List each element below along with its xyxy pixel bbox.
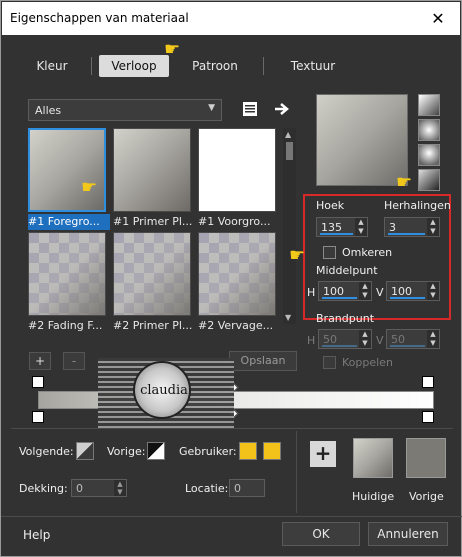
middelpunt-h-spinner[interactable]: 100 ▲ ▼ — [318, 281, 372, 301]
locatie-value: 0 — [234, 482, 241, 495]
previous-swatch-label: Vorige — [409, 490, 444, 503]
gradient-caption: #1 Primer Pl... — [113, 215, 193, 228]
koppelen-label: Koppelen — [342, 356, 393, 369]
gradient-list-icon[interactable] — [241, 100, 259, 118]
arrow-right-icon[interactable] — [273, 101, 291, 117]
remove-stop-button[interactable]: - — [63, 352, 85, 370]
gradient-thumb-5[interactable] — [113, 232, 191, 316]
add-stop-button[interactable]: + — [29, 352, 51, 370]
spinner-arrows-icon[interactable]: ▲ ▼ — [355, 218, 367, 236]
gradient-caption: #1 Foregro... — [28, 214, 110, 230]
vorige-label: Vorige: — [107, 445, 146, 458]
title-bar: Eigenschappen van materiaal ✕ — [2, 2, 460, 35]
gradient-thumb-4[interactable] — [28, 232, 106, 316]
herhalingen-label: Herhalingen — [384, 199, 451, 212]
gallery-scrollbar[interactable]: ▲ ▼ — [283, 128, 296, 324]
middelpunt-v-label: V — [376, 286, 384, 299]
dropdown-arrow-icon: ▼ — [208, 103, 215, 113]
window-title: Eigenschappen van materiaal — [10, 11, 189, 25]
gradient-caption: #2 Fading F... — [28, 319, 103, 332]
pointing-hand-icon: ☛ — [289, 245, 306, 266]
herhalingen-spinner[interactable]: 3 ▲ ▼ — [384, 217, 440, 237]
dekking-value: 0 — [76, 482, 83, 495]
spinner-arrows-icon[interactable]: ▲ ▼ — [427, 330, 439, 348]
dekking-spinner[interactable]: 0 ▲ ▼ — [71, 479, 127, 497]
middelpunt-h-label: H — [307, 286, 316, 299]
color-stop-right[interactable] — [422, 411, 434, 423]
rectangular-gradient-style-icon[interactable] — [418, 119, 440, 141]
linear-gradient-style-icon[interactable] — [418, 94, 440, 116]
cancel-button[interactable]: Annuleren — [368, 522, 448, 546]
brandpunt-v-spinner[interactable]: 50 ▲ ▼ — [386, 329, 440, 349]
brandpunt-h-label: H — [307, 334, 316, 347]
locatie-label: Locatie: — [185, 482, 229, 495]
current-swatch-label: Huidige — [352, 490, 395, 503]
volgende-label: Volgende: — [19, 445, 74, 458]
hoek-label: Hoek — [316, 199, 345, 212]
opacity-stop-right[interactable] — [422, 376, 434, 388]
gebruiker-label: Gebruiker: — [179, 445, 237, 458]
tab-patroon[interactable]: Patroon — [177, 55, 253, 77]
add-swatch-button[interactable]: + — [310, 441, 336, 467]
gradient-preview — [316, 94, 408, 186]
gradient-thumb-2[interactable] — [113, 128, 191, 212]
color-stop-left[interactable] — [32, 411, 44, 423]
middelpunt-v-spinner[interactable]: 100 ▲ ▼ — [386, 281, 440, 301]
ok-button[interactable]: OK — [282, 522, 360, 546]
tab-separator — [263, 57, 264, 75]
close-icon[interactable]: ✕ — [428, 9, 448, 29]
tab-kleur[interactable]: Kleur — [19, 55, 85, 77]
tab-textuur[interactable]: Textuur — [277, 55, 349, 77]
sunburst-gradient-style-icon[interactable] — [418, 144, 440, 166]
brandpunt-h-spinner[interactable]: 50 ▲ ▼ — [318, 329, 372, 349]
tab-verloop[interactable]: Verloop — [99, 55, 169, 77]
volgende-swatch[interactable] — [76, 442, 94, 460]
scroll-up-icon[interactable]: ▲ — [285, 130, 291, 139]
previous-swatch[interactable] — [406, 438, 446, 478]
pointing-hand-icon: ☛ — [396, 172, 413, 193]
brandpunt-label: Brandpunt — [316, 312, 375, 325]
pointing-hand-icon: ☛ — [81, 177, 98, 198]
spinner-arrows-icon[interactable]: ▲ ▼ — [427, 282, 439, 300]
category-dropdown[interactable]: Alles ▼ — [28, 99, 222, 121]
save-gradient-button[interactable]: Opslaan — [229, 351, 297, 371]
gradient-caption: #1 Voorgro... — [198, 215, 271, 228]
scroll-down-icon[interactable]: ▼ — [285, 313, 291, 322]
watermark-text: claudia — [140, 383, 188, 398]
tab-separator — [91, 57, 92, 75]
locatie-input[interactable]: 0 — [229, 479, 265, 497]
hoek-spinner[interactable]: 135 ▲ ▼ — [316, 217, 368, 237]
spinner-arrows-icon[interactable]: ▲ ▼ — [359, 330, 371, 348]
radial-gradient-style-icon[interactable] — [418, 169, 440, 191]
scrollbar-thumb[interactable] — [286, 142, 293, 160]
gebruiker-swatch-1[interactable] — [239, 442, 257, 460]
koppelen-checkbox[interactable] — [323, 356, 336, 369]
spinner-arrows-icon[interactable]: ▲ ▼ — [114, 480, 126, 496]
help-button[interactable]: Help — [23, 528, 50, 542]
gradient-gallery: #1 Foregro... #1 Primer Pl... #1 Voorgro… — [28, 128, 280, 338]
category-value: Alles — [35, 104, 62, 117]
divider — [1, 516, 462, 517]
omkeren-checkbox[interactable] — [323, 246, 336, 259]
gradient-caption: #2 Vervage... — [198, 319, 274, 332]
spinner-arrows-icon[interactable]: ▲ ▼ — [359, 282, 371, 300]
middelpunt-label: Middelpunt — [316, 264, 378, 277]
material-properties-dialog: Eigenschappen van materiaal ✕ Kleur Verl… — [0, 0, 462, 557]
divider — [11, 428, 453, 429]
gradient-thumb-1[interactable] — [28, 128, 106, 212]
divider — [296, 431, 297, 513]
omkeren-label: Omkeren — [342, 246, 393, 259]
dekking-label: Dekking: — [19, 482, 68, 495]
gebruiker-swatch-2[interactable] — [263, 442, 281, 460]
spinner-arrows-icon[interactable]: ▲ ▼ — [427, 218, 439, 236]
current-swatch — [353, 438, 393, 478]
gradient-thumb-6[interactable] — [198, 232, 276, 316]
pointing-hand-icon: ☛ — [164, 39, 181, 60]
brandpunt-v-label: V — [376, 334, 384, 347]
opacity-stop-left[interactable] — [32, 376, 44, 388]
vorige-swatch[interactable] — [147, 442, 165, 460]
gradient-caption: #2 Primer Pl... — [113, 319, 193, 332]
gradient-thumb-3[interactable] — [198, 128, 276, 212]
